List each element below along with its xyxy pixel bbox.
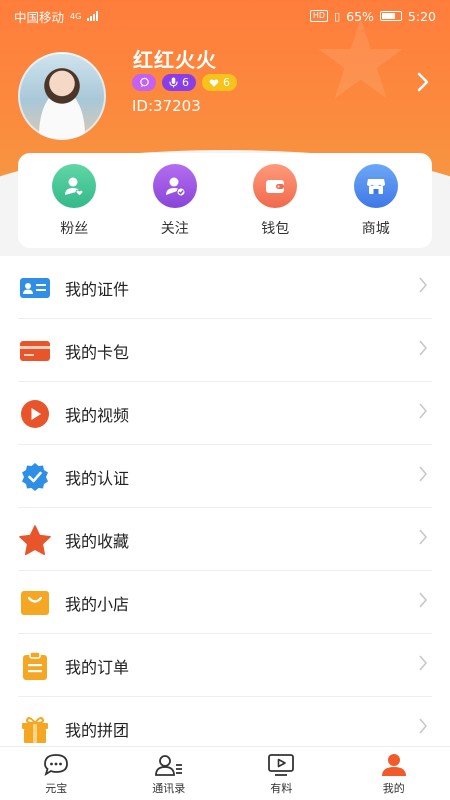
vibrate-icon: ▯ <box>334 9 341 23</box>
menu-item-label: 我的收藏 <box>65 531 130 551</box>
quick-action-wallet[interactable]: 钱包 <box>230 163 320 238</box>
tab-label: 有料 <box>270 781 293 795</box>
menu-item-shop[interactable]: 我的小店 <box>0 571 450 634</box>
chevron-right-icon <box>418 653 428 678</box>
mall-icon <box>353 163 398 208</box>
quick-action-follow[interactable]: 关注 <box>130 163 220 238</box>
battery-percent: 65% <box>346 8 374 24</box>
tab-label: 我的 <box>382 781 405 795</box>
voice-badge: 6 <box>162 74 196 91</box>
menu-item-card-wallet[interactable]: 我的卡包 <box>0 319 450 382</box>
network-label: 4G <box>70 11 82 21</box>
quick-action-label: 关注 <box>160 220 189 237</box>
id-card-icon <box>18 271 51 304</box>
video-icon <box>18 397 51 430</box>
chevron-right-icon <box>418 275 428 300</box>
menu-item-favorites[interactable]: 我的收藏 <box>0 508 450 571</box>
order-icon <box>18 649 51 682</box>
card-wallet-icon <box>18 334 51 367</box>
hd-icon: HD <box>309 10 329 22</box>
menu-list: 我的证件 我的卡包 我的视频 我的认证 我的收藏 我的小店 我的订单 我的拼团 <box>0 256 450 746</box>
chevron-right-icon <box>418 338 428 363</box>
signal-icon <box>87 11 99 21</box>
voice-badge-count: 6 <box>182 76 189 89</box>
level-badge <box>132 74 156 91</box>
avatar[interactable] <box>18 52 106 140</box>
quick-actions-card: 粉丝 关注 钱包 商城 <box>18 153 432 248</box>
menu-item-label: 我的卡包 <box>65 342 130 362</box>
menu-item-verification[interactable]: 我的认证 <box>0 445 450 508</box>
microphone-icon <box>169 77 178 88</box>
menu-item-label: 我的证件 <box>65 279 130 299</box>
clock: 5:20 <box>407 8 436 24</box>
heart-badge: 6 <box>202 74 237 91</box>
menu-item-label: 我的小店 <box>65 594 130 614</box>
menu-item-label: 我的订单 <box>65 657 130 677</box>
menu-item-label: 我的认证 <box>65 468 130 488</box>
chat-bubble-icon <box>139 77 149 88</box>
tab-youliao[interactable]: 有料 <box>225 747 338 800</box>
menu-item-label: 我的视频 <box>65 405 130 425</box>
tab-mine[interactable]: 我的 <box>338 747 450 800</box>
verified-icon <box>18 460 51 493</box>
tv-icon <box>267 752 295 778</box>
menu-item-label: 我的拼团 <box>65 720 130 740</box>
heart-badge-count: 6 <box>223 76 230 89</box>
group-buy-icon <box>18 712 51 745</box>
carrier-label: 中国移动 <box>14 9 65 25</box>
tab-label: 元宝 <box>45 781 68 795</box>
menu-item-id[interactable]: 我的证件 <box>0 256 450 319</box>
bottom-tab-bar: 元宝 通讯录 有料 我的 <box>0 746 450 800</box>
shop-icon <box>18 586 51 619</box>
menu-item-group-buy[interactable]: 我的拼团 <box>0 697 450 746</box>
profile-badges: 6 6 <box>132 74 237 91</box>
user-icon <box>380 752 408 778</box>
quick-action-mall[interactable]: 商城 <box>331 163 421 238</box>
follow-icon <box>152 163 197 208</box>
profile-id: ID:37203 <box>132 97 201 115</box>
heart-icon <box>209 78 219 87</box>
star-icon <box>18 523 51 556</box>
status-bar: 中国移动 4G HD ▯ 65% 5:20 <box>0 0 450 32</box>
tab-yuanbao[interactable]: 元宝 <box>0 747 113 800</box>
chevron-right-icon <box>418 401 428 426</box>
chevron-right-icon <box>418 464 428 489</box>
chevron-right-icon <box>418 590 428 615</box>
profile-detail-chevron-icon[interactable] <box>416 70 430 100</box>
contacts-icon <box>154 752 184 778</box>
quick-action-fans[interactable]: 粉丝 <box>29 163 119 238</box>
menu-item-orders[interactable]: 我的订单 <box>0 634 450 697</box>
quick-action-label: 粉丝 <box>60 220 89 237</box>
battery-icon <box>379 11 402 21</box>
tab-contacts[interactable]: 通讯录 <box>113 747 226 800</box>
fans-icon <box>52 163 97 208</box>
tab-label: 通讯录 <box>152 781 186 795</box>
quick-action-label: 钱包 <box>261 220 290 237</box>
chevron-right-icon <box>418 716 428 741</box>
chevron-right-icon <box>418 527 428 552</box>
chat-icon <box>42 752 70 778</box>
profile-name: 红红火火 <box>133 48 217 72</box>
quick-action-label: 商城 <box>361 220 390 237</box>
wallet-icon <box>253 163 298 208</box>
menu-item-video[interactable]: 我的视频 <box>0 382 450 445</box>
